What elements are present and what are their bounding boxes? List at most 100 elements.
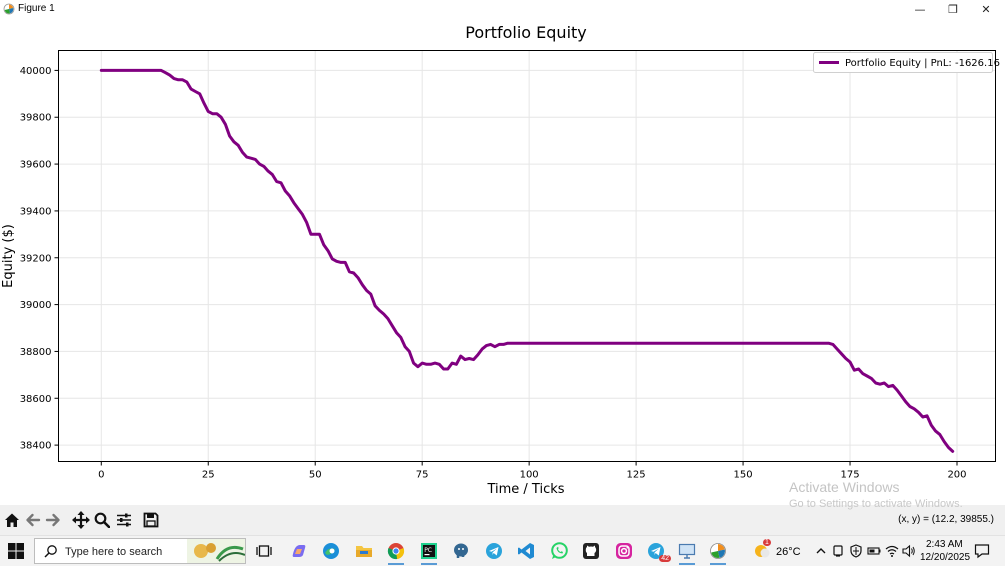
x-tick-label: 100 <box>520 470 539 481</box>
telegram-badge: 42 <box>659 555 671 562</box>
vscode-icon <box>518 543 534 559</box>
window-title: Figure 1 <box>18 3 55 14</box>
minimize-icon: — <box>914 2 926 16</box>
search-highlight-icon <box>187 539 245 563</box>
configure-subplots-icon <box>117 513 131 527</box>
clock[interactable]: 2:43 AM 12/20/2025 <box>918 538 970 564</box>
pan-icon <box>72 511 90 529</box>
pycharm-icon: PC <box>421 543 437 559</box>
pan-button[interactable] <box>72 511 90 529</box>
battery-icon <box>867 547 881 555</box>
y-tick-label: 39400 <box>20 206 52 217</box>
telegram-button[interactable] <box>483 540 505 562</box>
chart-grid <box>58 50 996 462</box>
whatsapp-icon <box>551 542 568 559</box>
copilot-icon <box>292 545 306 557</box>
equity-chart: Portfolio Equity 0 25 50 75 100 125 150 175 2003… <box>1 23 1000 497</box>
battery-button[interactable] <box>866 540 882 562</box>
remote-desktop-button[interactable] <box>676 540 698 565</box>
postgresql-button[interactable] <box>450 540 472 562</box>
defender-shield-icon <box>850 544 862 558</box>
matplotlib-icon <box>710 543 726 559</box>
show-hidden-icons-button[interactable] <box>812 540 830 562</box>
taskbar-search-box[interactable]: Type here to search <box>34 538 246 564</box>
restore-button[interactable]: ❐ <box>938 0 968 18</box>
telegram-web-button[interactable]: 42 <box>645 540 671 562</box>
clock-date: 12/20/2025 <box>920 552 971 563</box>
minimize-button[interactable]: — <box>905 0 935 18</box>
matplotlib-figure-button[interactable] <box>707 540 729 565</box>
search-icon <box>44 545 57 558</box>
x-tick-label: 150 <box>734 470 753 481</box>
search-placeholder: Type here to search <box>65 546 163 558</box>
chart-legend: Portfolio Equity | PnL: -1626.16 <box>813 52 1000 73</box>
activate-windows-watermark: Activate Windows <box>789 479 900 495</box>
clock-time: 2:43 AM <box>926 539 963 550</box>
github-desktop-button[interactable] <box>580 540 602 562</box>
meet-icon <box>833 545 843 557</box>
forward-button[interactable] <box>44 511 62 529</box>
windows-taskbar: Type here to search PC 42 1 26°C 2:43 AM… <box>0 535 1005 566</box>
y-tick-label: 38600 <box>20 394 52 405</box>
x-tick-label: 0 <box>98 470 104 481</box>
chart-ticks: 0 25 50 75 100 125 150 175 200384003860038800390… <box>20 66 967 481</box>
plot-area-frame <box>58 50 996 462</box>
x-tick-label: 200 <box>947 470 966 481</box>
y-tick-label: 38400 <box>20 441 52 452</box>
home-button[interactable] <box>3 511 21 529</box>
instagram-button[interactable] <box>613 540 635 562</box>
save-button[interactable] <box>142 511 160 529</box>
whatsapp-button[interactable] <box>548 540 570 562</box>
x-axis-label: Time / Ticks <box>486 482 564 497</box>
weather-temperature: 26°C <box>776 546 801 558</box>
figure-canvas[interactable]: Portfolio Equity 0 25 50 75 100 125 150 175 200 3… <box>0 18 1005 505</box>
save-icon <box>143 512 159 528</box>
y-tick-label: 40000 <box>20 66 52 77</box>
security-button[interactable] <box>848 540 864 562</box>
x-tick-label: 25 <box>202 470 215 481</box>
svg-text:PC: PC <box>424 547 432 554</box>
configure-subplots-button[interactable] <box>115 511 133 529</box>
volume-button[interactable] <box>901 540 917 562</box>
home-icon <box>5 513 19 527</box>
wifi-button[interactable] <box>884 540 900 562</box>
y-tick-label: 39800 <box>20 113 52 124</box>
instagram-icon <box>616 543 632 559</box>
portfolio-equity-line <box>99 68 955 453</box>
weather-widget[interactable]: 1 26°C <box>752 539 802 563</box>
github-icon <box>583 543 599 559</box>
windows-start-icon[interactable] <box>6 541 26 561</box>
close-button[interactable]: ✕ <box>971 0 1001 18</box>
x-tick-label: 75 <box>416 470 429 481</box>
back-icon <box>26 513 41 527</box>
chart-title: Portfolio Equity <box>465 23 587 42</box>
pycharm-button[interactable]: PC <box>418 540 440 565</box>
close-icon: ✕ <box>981 2 991 16</box>
folder-icon <box>356 546 372 557</box>
task-view-button[interactable] <box>253 540 275 562</box>
y-tick-label: 38800 <box>20 347 52 358</box>
legend-label: Portfolio Equity | PnL: -1626.16 <box>845 58 1000 69</box>
edge-button[interactable] <box>320 540 342 562</box>
y-tick-label: 39600 <box>20 160 52 171</box>
window-title-bar: Figure 1 — ❐ ✕ <box>0 0 1005 18</box>
activate-windows-hint: Go to Settings to activate Windows. <box>789 498 963 510</box>
speaker-icon <box>902 544 915 558</box>
postgresql-icon <box>454 543 468 558</box>
y-axis-label: Equity ($) <box>1 224 16 288</box>
restore-icon: ❐ <box>948 2 958 16</box>
zoom-button[interactable] <box>93 511 111 529</box>
notification-icon <box>974 544 990 559</box>
cursor-coordinates: (x, y) = (12.2, 39855.) <box>898 514 994 525</box>
file-explorer-button[interactable] <box>353 540 375 562</box>
y-tick-label: 39000 <box>20 300 52 311</box>
vscode-button[interactable] <box>515 540 537 562</box>
chrome-button[interactable] <box>385 540 407 565</box>
chevron-up-icon <box>816 548 826 554</box>
back-button[interactable] <box>24 511 42 529</box>
tray-app-button[interactable] <box>831 540 847 562</box>
weather-badge: 1 <box>763 539 771 546</box>
wifi-icon <box>885 545 899 557</box>
copilot-button[interactable] <box>288 540 310 562</box>
notifications-button[interactable] <box>972 540 992 562</box>
